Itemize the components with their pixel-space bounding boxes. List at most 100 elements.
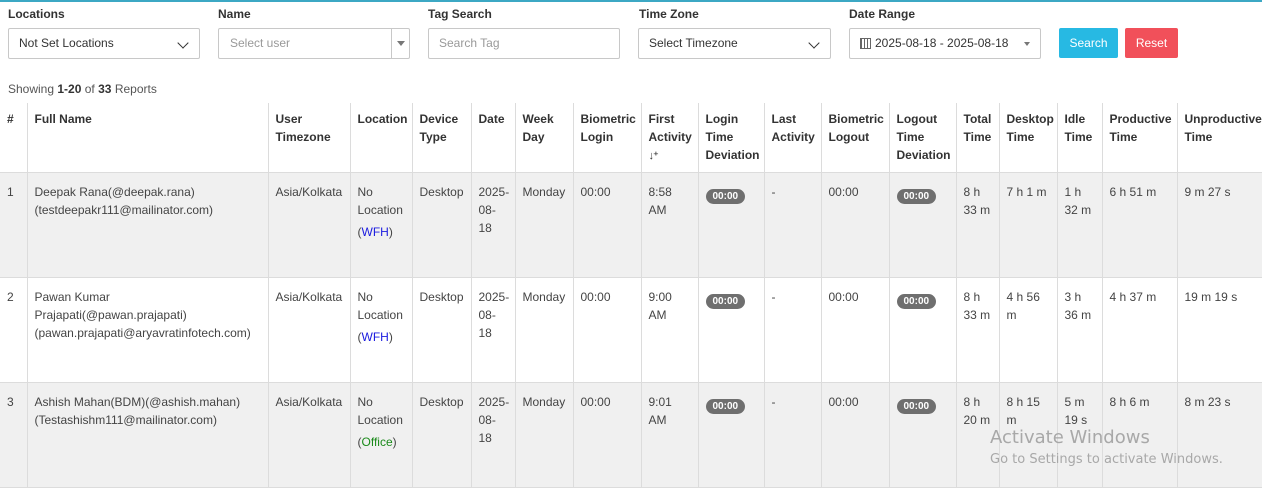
status-badge: 00:00 (896, 294, 937, 309)
idle-time-cell: 1 h 32 m (1057, 172, 1103, 278)
column-header[interactable]: Device Type (412, 103, 472, 173)
first-activity-cell: 9:00 AM (641, 277, 699, 383)
time-zone-label: Time Zone (639, 7, 699, 21)
time-zone-select[interactable]: Select Timezone (638, 28, 831, 59)
column-header[interactable]: Productive Time (1102, 103, 1178, 173)
column-header-first-activity[interactable]: First Activity ↓⁺ (641, 103, 699, 173)
weekday-cell: Monday (515, 277, 574, 383)
sort-descending-icon[interactable]: ↓⁺ (649, 147, 659, 165)
device-cell: Desktop (412, 382, 472, 488)
biometric-logout-cell: 00:00 (821, 277, 890, 383)
total-time-cell: 8 h 33 m (956, 277, 1000, 383)
date-range-picker[interactable]: 2025-08-18 - 2025-08-18 (849, 28, 1041, 59)
name-label: Name (218, 7, 251, 21)
logout-deviation-cell: 00:00 (889, 382, 957, 488)
name-select[interactable]: Select user (218, 28, 410, 59)
column-header[interactable]: User Timezone (268, 103, 351, 173)
date-range-value: 2025-08-18 - 2025-08-18 (875, 36, 1009, 50)
column-header-label: First Activity (648, 112, 692, 144)
location-text: No Location (357, 395, 403, 427)
column-header[interactable]: Unproductive Time (1177, 103, 1262, 173)
table-row: 1 Deepak Rana(@deepak.rana) (testdeepakr1… (0, 172, 1262, 278)
unproductive-time-cell: 19 m 19 s (1177, 277, 1262, 383)
login-deviation-cell: 00:00 (698, 172, 765, 278)
column-header[interactable]: Date (471, 103, 516, 173)
biometric-login-cell: 00:00 (573, 382, 642, 488)
login-deviation-cell: 00:00 (698, 277, 765, 383)
row-number: 2 (0, 277, 28, 383)
column-header[interactable]: Desktop Time (999, 103, 1058, 173)
location-type: Office (361, 435, 393, 449)
total-time-cell: 8 h 33 m (956, 172, 1000, 278)
windows-activation-watermark: Activate Windows Go to Settings to activ… (990, 427, 1223, 467)
row-number: 1 (0, 172, 28, 278)
search-button[interactable]: Search (1059, 28, 1118, 58)
date-range-label: Date Range (849, 7, 916, 21)
user-name: Ashish Mahan(BDM)(@ashish.mahan) (34, 395, 241, 409)
timezone-cell: Asia/Kolkata (268, 172, 351, 278)
weekday-cell: Monday (515, 382, 574, 488)
name-placeholder: Select user (230, 36, 291, 50)
column-header[interactable]: Biometric Login (573, 103, 642, 173)
location-cell: No Location (WFH) (350, 277, 413, 383)
tag-search-label: Tag Search (428, 7, 492, 21)
showing-total: 33 (98, 82, 112, 96)
reset-button[interactable]: Reset (1125, 28, 1178, 58)
column-header[interactable]: Total Time (956, 103, 1000, 173)
name-dropdown-toggle[interactable] (391, 29, 409, 58)
biometric-logout-cell: 00:00 (821, 382, 890, 488)
weekday-cell: Monday (515, 172, 574, 278)
desktop-time-cell: 7 h 1 m (999, 172, 1058, 278)
status-badge: 00:00 (705, 294, 746, 309)
column-header[interactable]: Biometric Logout (821, 103, 890, 173)
column-header[interactable]: Week Day (515, 103, 574, 173)
column-header[interactable]: # (0, 103, 28, 173)
tag-search-placeholder: Search Tag (439, 36, 500, 50)
watermark-title: Activate Windows (990, 427, 1150, 448)
column-header[interactable]: Last Activity (764, 103, 822, 173)
login-deviation-cell: 00:00 (698, 382, 765, 488)
filter-bar: Locations Not Set Locations Name Select … (0, 0, 1262, 80)
status-badge: 00:00 (705, 399, 746, 414)
biometric-login-cell: 00:00 (573, 172, 642, 278)
unproductive-time-cell: 9 m 27 s (1177, 172, 1262, 278)
first-activity-cell: 8:58 AM (641, 172, 699, 278)
column-header[interactable]: Location (350, 103, 413, 173)
column-header[interactable]: Logout Time Deviation (889, 103, 957, 173)
user-email: (pawan.prajapati@aryavratinfotech.com) (34, 326, 251, 340)
full-name-cell: Ashish Mahan(BDM)(@ashish.mahan) (Testash… (27, 382, 269, 488)
chevron-down-icon (177, 37, 189, 49)
caret-down-icon (1024, 42, 1030, 46)
user-name: Deepak Rana(@deepak.rana) (34, 185, 195, 199)
last-activity-cell: - (764, 277, 822, 383)
status-badge: 00:00 (896, 399, 937, 414)
column-header[interactable]: Login Time Deviation (698, 103, 765, 173)
showing-range: 1-20 (57, 82, 82, 96)
chevron-down-icon (808, 37, 820, 49)
full-name-cell: Pawan Kumar Prajapati(@pawan.prajapati) (… (27, 277, 269, 383)
location-cell: No Location (WFH) (350, 172, 413, 278)
timezone-cell: Asia/Kolkata (268, 277, 351, 383)
locations-value: Not Set Locations (19, 36, 114, 50)
showing-suffix: Reports (114, 82, 157, 96)
column-header[interactable]: Idle Time (1057, 103, 1103, 173)
status-badge: 00:00 (705, 189, 746, 204)
locations-select[interactable]: Not Set Locations (8, 28, 200, 59)
table-row: 2 Pawan Kumar Prajapati(@pawan.prajapati… (0, 277, 1262, 383)
biometric-logout-cell: 00:00 (821, 172, 890, 278)
location-text: No Location (357, 290, 403, 322)
productive-time-cell: 6 h 51 m (1102, 172, 1178, 278)
watermark-subtitle: Go to Settings to activate Windows. (990, 452, 1223, 467)
idle-time-cell: 3 h 36 m (1057, 277, 1103, 383)
logout-deviation-cell: 00:00 (889, 172, 957, 278)
location-type: WFH (361, 330, 389, 344)
date-cell: 2025-08-18 (471, 382, 516, 488)
column-header[interactable]: Full Name (27, 103, 269, 173)
tag-search-input[interactable]: Search Tag (428, 28, 620, 59)
date-cell: 2025-08-18 (471, 172, 516, 278)
productive-time-cell: 4 h 37 m (1102, 277, 1178, 383)
caret-down-icon (397, 41, 405, 46)
timezone-cell: Asia/Kolkata (268, 382, 351, 488)
row-number: 3 (0, 382, 28, 488)
user-email: (testdeepakr111@mailinator.com) (34, 203, 213, 217)
